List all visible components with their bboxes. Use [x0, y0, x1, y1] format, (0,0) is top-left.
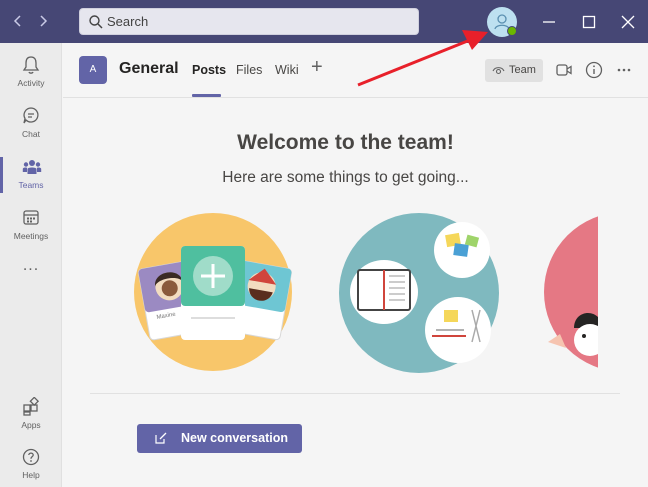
tab-files[interactable]: Files [236, 63, 262, 77]
app-rail: Activity Chat Teams Meetings ... Apps He… [0, 43, 62, 487]
calendar-icon [23, 210, 39, 225]
rail-item-activity[interactable]: Activity [0, 49, 62, 97]
title-bar: Search [0, 0, 648, 43]
rail-label: Help [22, 470, 40, 480]
content-divider [90, 393, 620, 394]
tab-posts[interactable]: Posts [192, 63, 226, 77]
rail-item-chat[interactable]: Chat [0, 100, 62, 148]
chat-icon [23, 107, 39, 124]
rail-item-meetings[interactable]: Meetings [0, 202, 62, 250]
rail-item-help[interactable]: Help [0, 441, 62, 487]
channel-header: A General Posts Files Wiki + Team [63, 43, 648, 98]
minimize-button[interactable] [537, 10, 561, 34]
rail-label: Meetings [13, 231, 49, 241]
back-arrow-icon[interactable] [8, 11, 28, 31]
search-placeholder: Search [107, 14, 149, 29]
channel-title: General [119, 60, 179, 77]
rail-label: Chat [22, 129, 40, 139]
search-icon [89, 15, 103, 29]
team-button[interactable]: Team [485, 59, 543, 82]
bell-icon [22, 56, 40, 74]
search-input[interactable]: Search [79, 8, 419, 35]
teams-icon [22, 160, 42, 174]
rail-label: Teams [18, 180, 44, 190]
new-conversation-label: New conversation [181, 431, 288, 445]
forward-arrow-icon[interactable] [33, 11, 53, 31]
new-conversation-button[interactable]: New conversation [137, 424, 302, 453]
team-button-label: Team [509, 64, 536, 76]
maximize-button[interactable] [577, 10, 601, 34]
channel-info-button[interactable] [584, 60, 604, 80]
video-camera-icon [556, 64, 572, 76]
active-tab-indicator [192, 94, 221, 97]
tab-wiki[interactable]: Wiki [275, 63, 299, 77]
welcome-subtitle: Here are some things to get going... [222, 169, 469, 186]
meet-illustration [544, 216, 598, 368]
info-icon [585, 61, 603, 79]
rail-item-teams[interactable]: Teams [0, 151, 62, 199]
notes-illustration [339, 213, 499, 373]
more-apps-button[interactable]: ... [0, 257, 62, 275]
more-options-button[interactable] [614, 60, 634, 80]
meet-now-button[interactable] [554, 60, 574, 80]
ellipsis-icon [617, 68, 631, 72]
presence-available-icon [507, 26, 517, 36]
add-tab-button[interactable]: + [311, 56, 323, 79]
rail-label: Activity [17, 78, 45, 88]
close-button[interactable] [616, 10, 640, 34]
compose-icon [155, 432, 167, 444]
apps-icon [23, 397, 40, 416]
rail-item-apps[interactable]: Apps [0, 391, 62, 439]
help-icon [22, 448, 40, 466]
rail-label: Apps [21, 420, 41, 430]
welcome-heading: Welcome to the team! [237, 131, 454, 154]
eye-icon [492, 67, 505, 75]
team-avatar[interactable]: A [79, 56, 107, 84]
add-people-illustration: Maxine [134, 213, 292, 371]
